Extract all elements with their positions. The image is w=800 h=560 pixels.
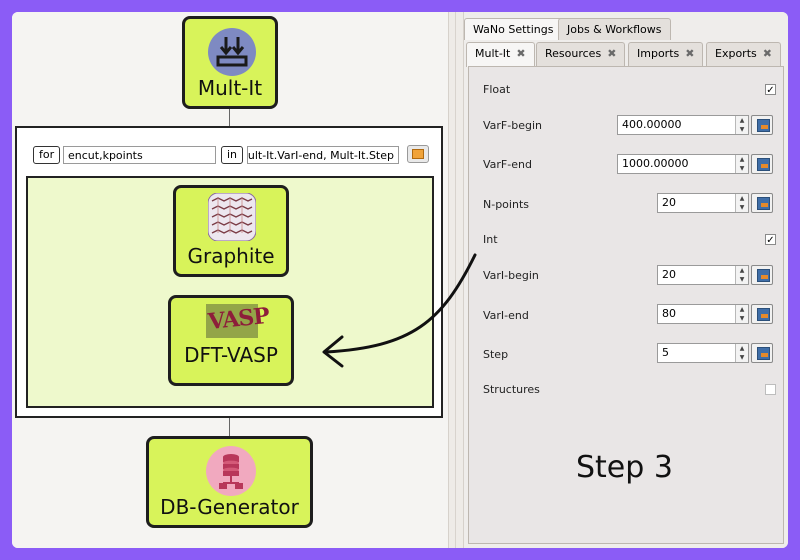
close-icon[interactable]: ✖	[516, 47, 525, 60]
vasp-logo: VASP	[206, 303, 270, 338]
varf-end-input[interactable]: 1000.00000 ▲ ▼	[617, 154, 749, 174]
subtab-label: Mult-It	[475, 47, 511, 60]
vari-begin-import-button[interactable]	[751, 265, 773, 285]
subtab-resources[interactable]: Resources ✖	[536, 42, 626, 66]
import-bar-icon	[761, 353, 768, 357]
graphite-lattice-icon	[208, 193, 256, 241]
int-label: Int	[483, 233, 498, 246]
step-input[interactable]: 5 ▲ ▼	[657, 343, 749, 363]
db-generator-node[interactable]: DB-Generator	[146, 436, 313, 528]
vari-end-import-button[interactable]	[751, 304, 773, 324]
npoints-import-button[interactable]	[751, 193, 773, 213]
step-label: Step	[483, 348, 509, 361]
step-value: 5	[662, 346, 669, 359]
npoints-label: N-points	[483, 198, 529, 211]
vari-end-label: VarI-end	[483, 309, 529, 322]
subtab-exports[interactable]: Exports ✖	[706, 42, 781, 66]
spin-arrows[interactable]: ▲ ▼	[735, 194, 748, 212]
loop-expression-input[interactable]: ult-It.VarI-end, Mult-It.Step)) )	[247, 146, 399, 164]
loop-options-button[interactable]	[407, 145, 429, 163]
vari-end-input[interactable]: 80 ▲ ▼	[657, 304, 749, 324]
subtab-label: Exports	[715, 47, 757, 60]
close-icon[interactable]: ✖	[607, 47, 616, 60]
import-tray-icon	[208, 28, 256, 76]
subtab-label: Resources	[545, 47, 602, 60]
connector-line	[229, 107, 230, 127]
import-bar-icon	[761, 203, 768, 207]
structures-checkbox[interactable]	[765, 384, 776, 395]
connector-line	[229, 418, 230, 438]
spin-arrows[interactable]: ▲ ▼	[735, 344, 748, 362]
database-icon	[206, 446, 256, 496]
varf-end-import-button[interactable]	[751, 154, 773, 174]
dft-vasp-node[interactable]: VASP DFT-VASP	[168, 295, 294, 386]
varf-end-value: 1000.00000	[622, 157, 689, 170]
import-bar-icon	[761, 164, 768, 168]
varf-begin-import-button[interactable]	[751, 115, 773, 135]
npoints-input[interactable]: 20 ▲ ▼	[657, 193, 749, 213]
in-keyword: in	[221, 146, 244, 164]
graphite-node[interactable]: Graphite	[173, 185, 289, 277]
mult-it-node-label: Mult-It	[197, 76, 263, 100]
vasp-logo-text: VASP	[206, 302, 271, 336]
structures-label: Structures	[483, 383, 540, 396]
dft-vasp-node-label: DFT-VASP	[184, 343, 278, 367]
workflow-canvas[interactable]: Mult-It for encut,kpoints in ult-It.VarI…	[12, 12, 449, 548]
for-keyword: for	[33, 146, 61, 164]
import-bar-icon	[761, 125, 768, 129]
vari-begin-input[interactable]: 20 ▲ ▼	[657, 265, 749, 285]
mult-it-node[interactable]: Mult-It	[182, 16, 278, 109]
subtab-label: Imports	[637, 47, 680, 60]
tab-jobs-workflows[interactable]: Jobs & Workflows	[558, 18, 671, 40]
subtab-imports[interactable]: Imports ✖	[628, 42, 704, 66]
close-icon[interactable]: ✖	[763, 47, 772, 60]
step-import-button[interactable]	[751, 343, 773, 363]
subtab-mult-it[interactable]: Mult-It ✖	[466, 42, 535, 67]
splitter-handle[interactable]	[448, 12, 464, 548]
vari-end-value: 80	[662, 307, 676, 320]
npoints-value: 20	[662, 196, 676, 209]
float-checkbox[interactable]: ✓	[765, 84, 776, 96]
vari-begin-label: VarI-begin	[483, 269, 539, 282]
graphite-node-label: Graphite	[187, 244, 275, 268]
app-window: Mult-It for encut,kpoints in ult-It.VarI…	[12, 12, 788, 548]
step-annotation: Step 3	[576, 450, 673, 485]
spin-arrows[interactable]: ▲ ▼	[735, 305, 748, 323]
spin-arrows[interactable]: ▲ ▼	[735, 266, 748, 284]
close-icon[interactable]: ✖	[685, 47, 694, 60]
spin-arrows[interactable]: ▲ ▼	[735, 116, 748, 134]
int-checkbox[interactable]: ✓	[765, 234, 776, 246]
float-label: Float	[483, 83, 511, 96]
loop-variables-input[interactable]: encut,kpoints	[63, 146, 216, 164]
loop-body[interactable]: Graphite VASP DFT-VASP	[26, 176, 434, 408]
varf-begin-input[interactable]: 400.00000 ▲ ▼	[617, 115, 749, 135]
import-bar-icon	[761, 275, 768, 279]
varf-begin-value: 400.00000	[622, 118, 682, 131]
db-generator-node-label: DB-Generator	[160, 495, 299, 519]
vari-begin-value: 20	[662, 268, 676, 281]
splitter-line	[455, 12, 456, 548]
for-each-loop[interactable]: for encut,kpoints in ult-It.VarI-end, Mu…	[15, 126, 443, 418]
tab-wano-settings[interactable]: WaNo Settings	[464, 18, 563, 40]
import-bar-icon	[761, 314, 768, 318]
varf-end-label: VarF-end	[483, 158, 532, 171]
orange-box-icon	[412, 149, 424, 159]
spin-arrows[interactable]: ▲ ▼	[735, 155, 748, 173]
varf-begin-label: VarF-begin	[483, 119, 542, 132]
